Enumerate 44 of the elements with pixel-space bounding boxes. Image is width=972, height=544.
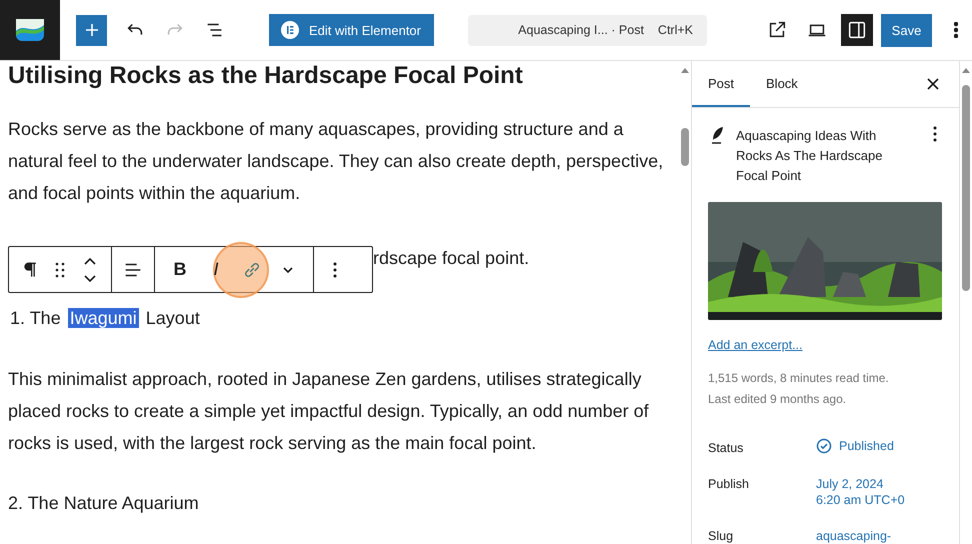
settings-toggle-button[interactable]: [841, 14, 873, 46]
bold-button[interactable]: B: [165, 250, 195, 290]
save-button[interactable]: Save: [881, 14, 932, 46]
paragraph: Rocks serve as the backbone of many aquascapes, providing structure and a natural feel to the underwater landscape. They can also create depth, perspective, and focal points within the aquarium.: [8, 118, 664, 205]
command-bar[interactable]: Aquascaping I... · Post Ctrl+K: [468, 14, 707, 46]
list-heading-text: 1. The: [9, 308, 62, 328]
scroll-up-arrow[interactable]: [962, 68, 970, 73]
post-info: 1,515 words, 8 minutes read time.: [708, 370, 890, 387]
add-excerpt-link[interactable]: Add an excerpt...: [708, 338, 803, 352]
post-info: Last edited 9 months ago.: [708, 391, 848, 408]
paragraph: This minimalist approach, rooted in Japanese Zen gardens, utilises strategically placed rocks to create a simple yet impactful design. Typically, an odd number of rocks is used, with the largest rock serving as the main focal point.: [8, 368, 650, 455]
shortcut-hint: Ctrl+K: [658, 23, 693, 37]
paragraph: rdscape focal point.: [373, 247, 530, 270]
more-icon: [954, 22, 958, 38]
close-icon: [926, 77, 940, 91]
sidebar-tab[interactable]: Post: [692, 61, 750, 107]
quill-icon: [710, 126, 724, 144]
sidebar-tab[interactable]: Block: [750, 61, 814, 107]
scrollbar-thumb[interactable]: [681, 128, 689, 166]
selected-text: Iwagumi: [68, 308, 139, 328]
list-heading: 2. The Nature Aquarium: [8, 492, 200, 515]
edit-with-elementor-button[interactable]: Edit with Elementor: [269, 14, 434, 46]
add-block-button[interactable]: [76, 14, 107, 46]
plus-icon: [84, 22, 100, 38]
sidebar-icon: [846, 19, 868, 41]
field-label: Status: [708, 440, 744, 456]
field-value-button[interactable]: July 2, 2024 6:20 am UTC+0: [816, 470, 905, 508]
field-value-button[interactable]: aquascaping-: [816, 522, 892, 544]
scrollbar-thumb[interactable]: [962, 85, 970, 291]
drag-icon: [54, 260, 66, 278]
elementor-icon: [281, 21, 299, 39]
post-heading: Utilising Rocks as the Hardscape Focal Point: [8, 61, 523, 91]
logo-icon[interactable]: [16, 19, 44, 41]
list-heading-text: Layout: [144, 308, 201, 328]
field-label: Publish: [708, 476, 750, 492]
more-icon: [933, 126, 937, 142]
more-icon: [333, 262, 337, 278]
italic-button[interactable]: I: [201, 250, 231, 290]
scroll-up-arrow[interactable]: [681, 68, 689, 73]
field-label: Slug: [708, 528, 734, 544]
check-circle-icon: [816, 438, 832, 454]
post-title: Aquascaping Ideas With Rocks As The Hardscape Focal Point: [736, 127, 884, 185]
status-button[interactable]: Published: [816, 434, 894, 454]
document-title: Aquascaping I... · Post: [518, 23, 644, 37]
